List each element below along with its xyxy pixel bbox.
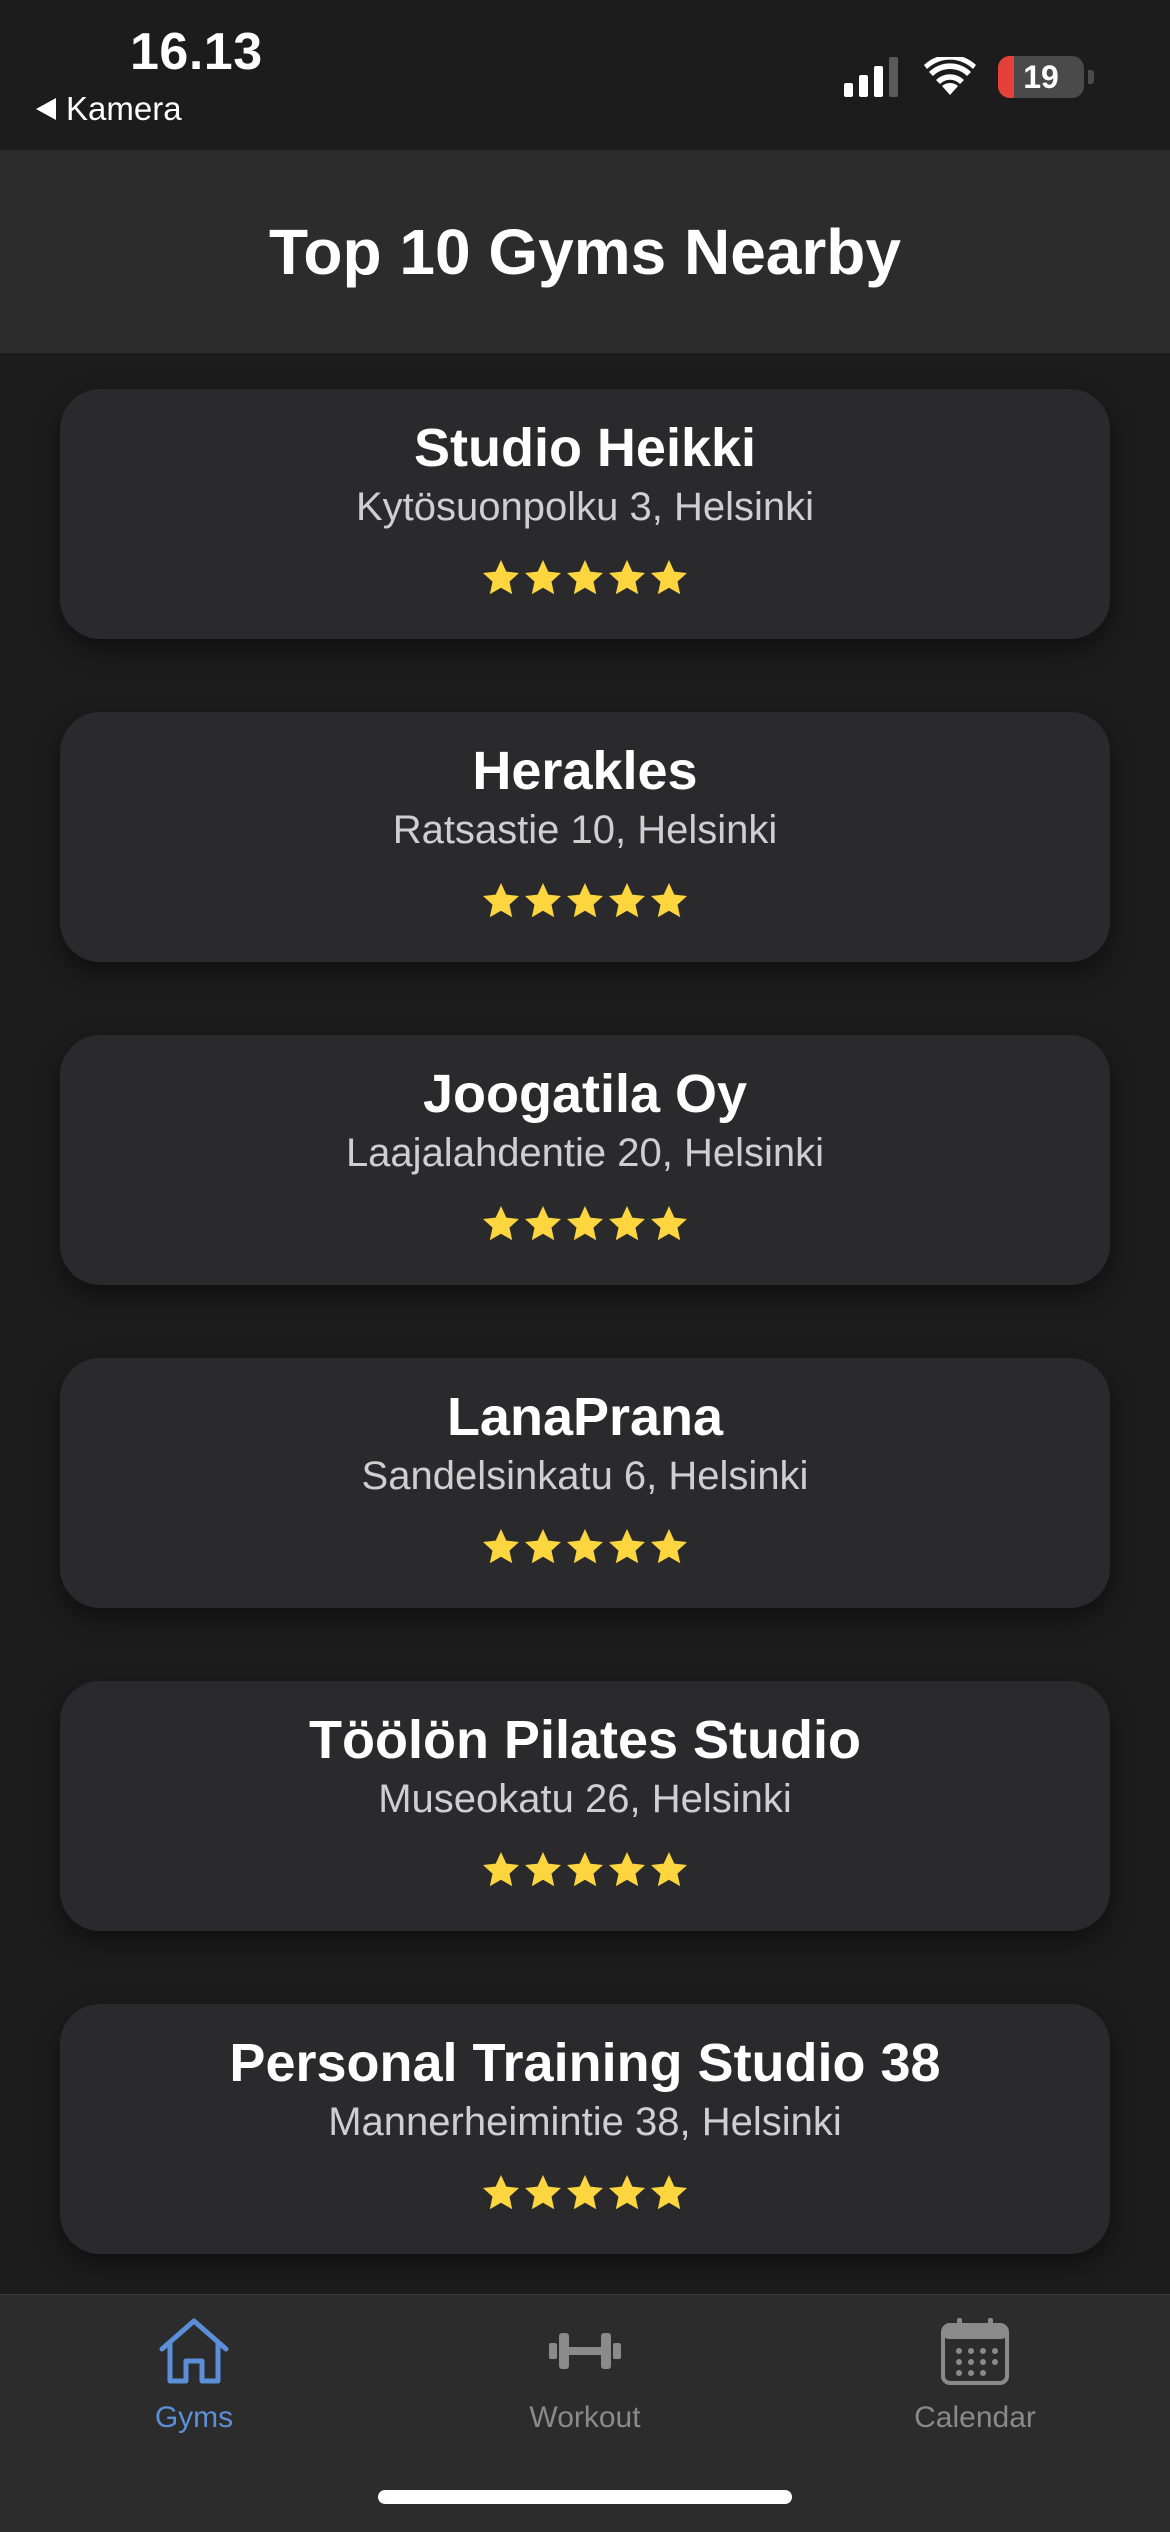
star-icon <box>609 1852 645 1887</box>
star-icon <box>567 560 603 595</box>
wifi-icon <box>924 57 976 95</box>
star-icon <box>567 1852 603 1887</box>
status-bar: 16.13 Kamera 19 <box>0 0 1170 150</box>
dumbbell-icon <box>549 2333 621 2369</box>
star-rating <box>481 1204 689 1244</box>
star-icon <box>525 1206 561 1241</box>
star-icon <box>609 1529 645 1564</box>
tab-label: Calendar <box>914 2401 1036 2434</box>
tab-label: Gyms <box>154 2401 234 2434</box>
tab-label: Workout <box>529 2401 641 2434</box>
star-rating <box>481 881 689 921</box>
calendar-icon <box>941 2318 1009 2385</box>
gym-name: Joogatila Oy <box>422 1064 748 1124</box>
star-rating <box>481 558 689 598</box>
star-icon <box>651 1852 687 1887</box>
star-icon <box>567 883 603 918</box>
gym-card[interactable]: Herakles Ratsastie 10, Helsinki <box>60 712 1110 962</box>
star-rating <box>481 1850 689 1890</box>
page-header: Top 10 Gyms Nearby <box>0 150 1170 353</box>
tab-workout[interactable]: Workout <box>435 2315 735 2435</box>
gym-card[interactable]: Studio Heikki Kytösuonpolku 3, Helsinki <box>60 389 1110 639</box>
gym-address: Laajalahdentie 20, Helsinki <box>345 1131 825 1176</box>
gym-card[interactable]: LanaPrana Sandelsinkatu 6, Helsinki <box>60 1358 1110 1608</box>
star-icon <box>525 883 561 918</box>
star-icon <box>483 1852 519 1887</box>
gym-card[interactable]: Joogatila Oy Laajalahdentie 20, Helsinki <box>60 1035 1110 1285</box>
star-icon <box>483 1529 519 1564</box>
gym-address: Mannerheimintie 38, Helsinki <box>328 2100 842 2145</box>
star-icon <box>609 1206 645 1241</box>
gym-name: Studio Heikki <box>413 418 757 478</box>
star-icon <box>483 560 519 595</box>
star-icon <box>483 2175 519 2210</box>
gym-name: Töölön Pilates Studio <box>309 1710 861 1770</box>
star-icon <box>483 883 519 918</box>
star-icon <box>567 1206 603 1241</box>
gym-card[interactable]: Töölön Pilates Studio Museokatu 26, Hels… <box>60 1681 1110 1931</box>
home-indicator[interactable] <box>378 2490 792 2504</box>
star-icon <box>525 1529 561 1564</box>
star-icon <box>483 1206 519 1241</box>
gym-address: Kytösuonpolku 3, Helsinki <box>355 485 815 530</box>
gym-name: Herakles <box>472 741 698 801</box>
back-label: Kamera <box>66 90 182 127</box>
star-icon <box>525 1852 561 1887</box>
back-to-camera-link[interactable]: Kamera <box>36 90 182 128</box>
star-icon <box>651 1206 687 1241</box>
star-icon <box>567 2175 603 2210</box>
star-icon <box>651 2175 687 2210</box>
star-icon <box>651 1529 687 1564</box>
cellular-signal-icon <box>844 57 898 97</box>
status-icons: 19 <box>844 52 1094 102</box>
gym-card[interactable]: Personal Training Studio 38 Mannerheimin… <box>60 2004 1110 2254</box>
gym-address: Museokatu 26, Helsinki <box>378 1777 792 1822</box>
star-icon <box>609 560 645 595</box>
gym-name: LanaPrana <box>446 1387 724 1447</box>
star-icon <box>651 883 687 918</box>
tab-calendar[interactable]: Calendar <box>825 2315 1125 2435</box>
star-rating <box>481 2173 689 2213</box>
battery-nub <box>1088 70 1094 84</box>
battery-icon: 19 <box>998 56 1084 98</box>
page-title: Top 10 Gyms Nearby <box>269 215 901 288</box>
back-arrow-icon <box>36 98 56 120</box>
star-icon <box>651 560 687 595</box>
star-icon <box>567 1529 603 1564</box>
star-icon <box>609 883 645 918</box>
gym-address: Sandelsinkatu 6, Helsinki <box>361 1454 809 1499</box>
house-icon <box>159 2318 229 2384</box>
star-rating <box>481 1527 689 1567</box>
status-time: 16.13 <box>130 23 263 81</box>
star-icon <box>609 2175 645 2210</box>
star-icon <box>525 560 561 595</box>
battery-percentage: 19 <box>1023 58 1059 95</box>
gym-list[interactable]: Studio Heikki Kytösuonpolku 3, Helsinki … <box>0 353 1170 2293</box>
tab-gyms[interactable]: Gyms <box>44 2315 344 2435</box>
star-icon <box>525 2175 561 2210</box>
gym-address: Ratsastie 10, Helsinki <box>392 808 778 853</box>
gym-name: Personal Training Studio 38 <box>229 2033 941 2093</box>
